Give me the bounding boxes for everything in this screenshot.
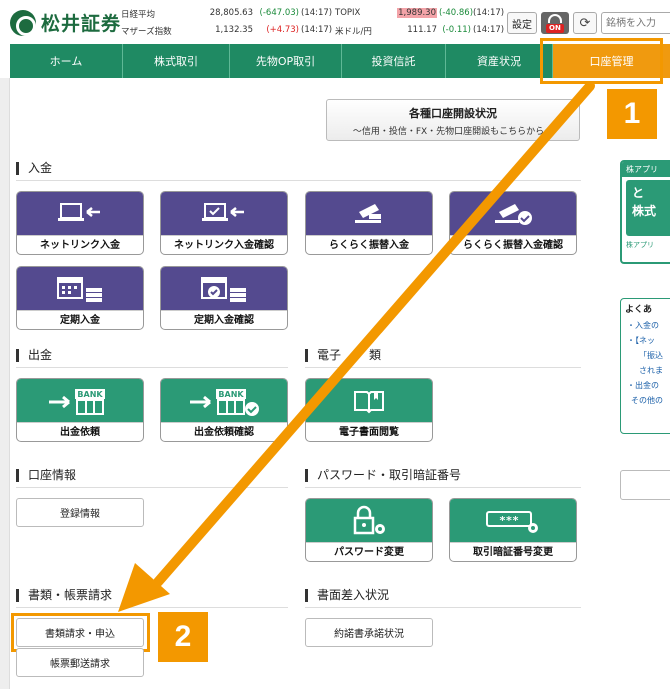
step-2-badge: 2 [158, 612, 208, 662]
callout-arrow [118, 81, 595, 612]
step-1-badge: 1 [607, 89, 657, 139]
